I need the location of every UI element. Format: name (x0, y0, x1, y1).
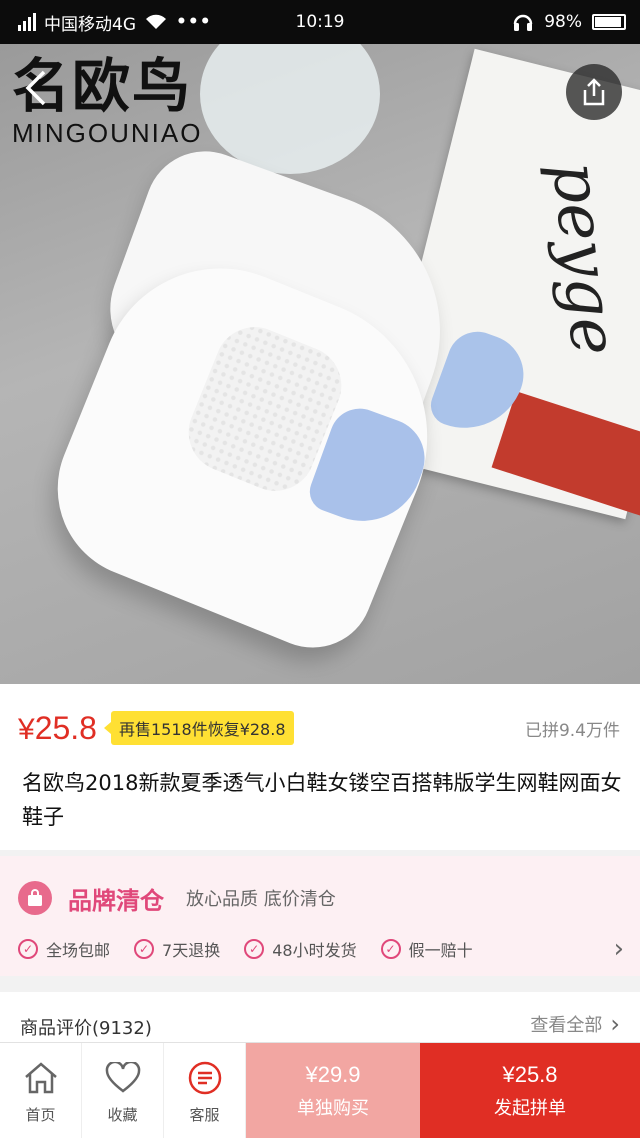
clearance-subtitle: 放心品质 底价清仓 (186, 889, 336, 910)
brand-clearance-section[interactable]: 品牌清仓 放心品质 底价清仓 ✓ 全场包邮 ✓ 7天退换 ✓ 48小时发货 ✓ 假一赔十… (0, 856, 640, 976)
headset-icon (513, 14, 533, 31)
check-icon: ✓ (134, 939, 155, 959)
sold-count: 已拼9.4万件 (524, 720, 620, 741)
home-button[interactable]: 首页 (0, 1043, 82, 1138)
share-icon (583, 78, 605, 106)
guarantee-item: ✓ 48小时发货 (244, 937, 357, 961)
product-info: ¥25.8 再售1518件恢复¥28.8 已拼9.4万件 名欧鸟2018新款夏季… (0, 684, 640, 850)
product-title: 名欧鸟2018新款夏季透气小白鞋女镂空百搭韩版学生网鞋网面女鞋子 (22, 771, 622, 829)
check-icon: ✓ (18, 939, 38, 959)
back-button[interactable] (22, 68, 68, 114)
check-icon: ✓ (244, 939, 265, 959)
promo-tag: 再售1518件恢复¥28.8 (103, 711, 294, 745)
check-icon: ✓ (380, 939, 401, 959)
reviews-title: 商品评价(9132) (20, 1018, 152, 1039)
bottom-action-bar: 首页 收藏 客服 ¥29.9 单独购买 ¥25.8 发起拼单 (0, 1042, 640, 1138)
share-button[interactable] (566, 64, 622, 120)
buy-alone-button[interactable]: ¥29.9 单独购买 (246, 1043, 420, 1138)
status-bar: 中国移动4G ••• 10:19 98% (0, 0, 640, 44)
heart-icon (105, 1058, 141, 1098)
view-all-reviews-link[interactable]: 查看全部 › (530, 1010, 620, 1038)
clearance-title: 品牌清仓 (68, 886, 164, 915)
chevron-right-icon: › (610, 1010, 620, 1038)
customer-service-button[interactable]: 客服 (164, 1043, 246, 1138)
group-buy-button[interactable]: ¥25.8 发起拼单 (420, 1043, 640, 1138)
favorite-button[interactable]: 收藏 (82, 1043, 164, 1138)
battery-icon (592, 14, 626, 30)
chevron-left-icon (25, 70, 46, 106)
guarantee-item: ✓ 假一赔十 (380, 937, 473, 961)
shopping-bag-icon (18, 881, 52, 915)
battery-percent: 98% (544, 12, 582, 32)
chevron-right-icon[interactable]: › (614, 934, 624, 964)
guarantee-item: ✓ 7天退换 (134, 937, 220, 961)
product-image[interactable]: peyge 名欧鸟 MINGOUNIAO (0, 44, 640, 684)
price: ¥25.8 (18, 709, 97, 746)
chat-icon (187, 1058, 223, 1098)
home-icon (23, 1058, 59, 1098)
guarantee-item: ✓ 全场包邮 (18, 937, 110, 961)
